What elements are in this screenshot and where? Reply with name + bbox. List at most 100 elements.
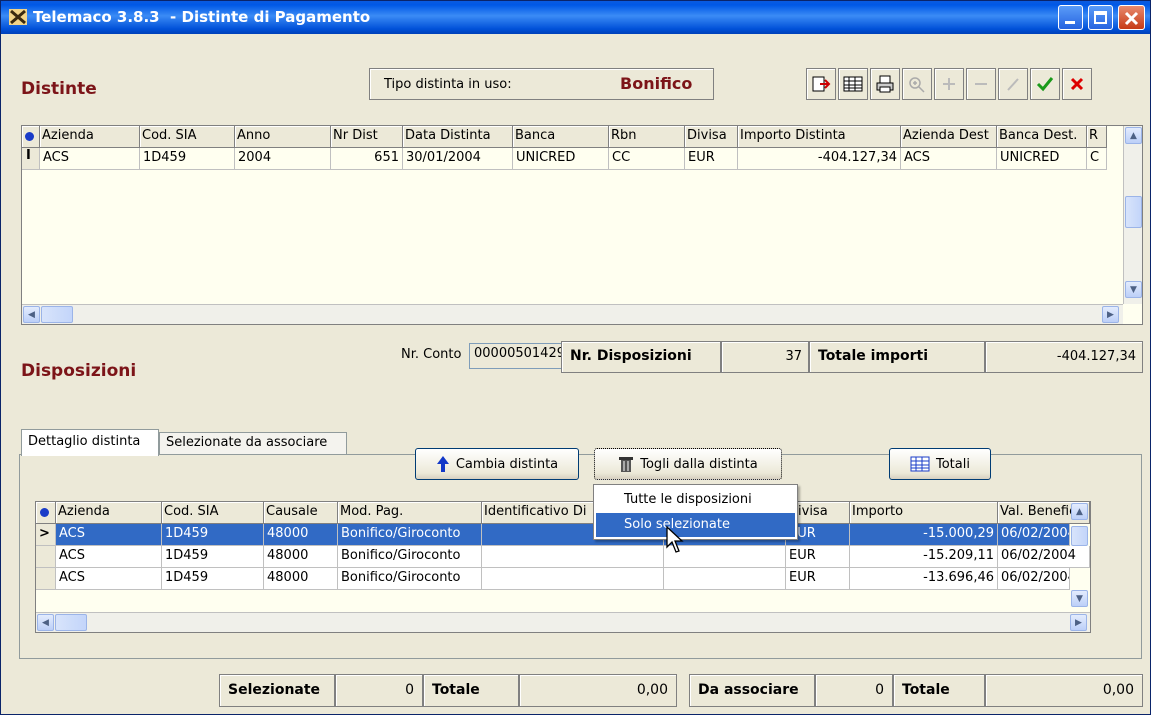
edit-button[interactable] [998, 68, 1028, 100]
close-button[interactable] [1118, 5, 1145, 30]
distinte-hscrollbar[interactable]: ◀ ▶ [22, 304, 1123, 324]
tab-dettaglio-distinta[interactable]: Dettaglio distinta [21, 429, 159, 456]
cell-banca-dest[interactable]: UNICRED [997, 148, 1087, 170]
totali-button[interactable]: Totali [889, 448, 991, 480]
print-button[interactable] [870, 68, 900, 100]
cell-causale[interactable]: 48000 [264, 568, 338, 590]
trash-icon [619, 457, 634, 472]
column-header[interactable]: Azienda Dest [901, 126, 997, 148]
cancel-button[interactable] [1062, 68, 1092, 100]
column-header[interactable]: Azienda [40, 126, 140, 148]
column-header[interactable]: Nr Dist [331, 126, 403, 148]
cell-cod-sia[interactable]: 1D459 [162, 568, 264, 590]
scroll-left-button[interactable]: ◀ [37, 614, 54, 631]
cell-mod-pag[interactable]: Bonifico/Giroconto [338, 568, 482, 590]
scroll-right-button[interactable]: ▶ [1070, 614, 1087, 631]
tipo-distinta-panel: Tipo distinta in uso: Bonifico [369, 68, 714, 100]
cell-val-benefic[interactable]: 06/02/2004 [998, 524, 1070, 546]
confirm-button[interactable] [1030, 68, 1060, 100]
scroll-up-button[interactable]: ▲ [1071, 503, 1088, 520]
disposizioni-title: Disposizioni [21, 361, 137, 381]
cell-causale[interactable]: 48000 [264, 546, 338, 568]
cell-azienda[interactable]: ACS [56, 524, 162, 546]
cell-blank[interactable] [664, 568, 786, 590]
disposizioni-grid: Azienda Cod. SIA Causale Mod. Pag. Ident… [35, 501, 1091, 633]
totale-importi-label: Totale importi [809, 341, 985, 373]
maximize-icon [1094, 11, 1107, 24]
cell-importo-distinta[interactable]: -404.127,34 [738, 148, 901, 170]
column-header[interactable]: Importo [850, 502, 998, 524]
scroll-down-button[interactable]: ▼ [1125, 281, 1142, 298]
cell-importo[interactable]: -15.000,29 [850, 524, 998, 546]
grid-button[interactable] [838, 68, 868, 100]
cell-divisa[interactable]: EUR [685, 148, 738, 170]
column-header[interactable]: Importo Distinta [738, 126, 901, 148]
column-header[interactable]: Banca Dest. [997, 126, 1087, 148]
scroll-thumb[interactable] [1125, 196, 1142, 228]
column-header[interactable]: Rbn [609, 126, 685, 148]
scroll-thumb[interactable] [41, 306, 73, 323]
cell-identificativo[interactable] [482, 546, 664, 568]
nr-disposizioni-value: 37 [721, 341, 809, 373]
cell-importo[interactable]: -15.209,11 [850, 546, 998, 568]
column-header[interactable]: Cod. SIA [140, 126, 235, 148]
column-header[interactable]: Divisa [685, 126, 738, 148]
cell-anno[interactable]: 2004 [235, 148, 331, 170]
zoom-icon [909, 77, 925, 93]
cell-azienda[interactable]: ACS [56, 568, 162, 590]
column-header[interactable]: Anno [235, 126, 331, 148]
cell-azienda[interactable]: ACS [56, 546, 162, 568]
distinte-vscrollbar[interactable]: ▲ ▼ [1123, 126, 1142, 304]
togli-dalla-distinta-button[interactable]: Togli dalla distinta [594, 448, 782, 480]
cell-cod-sia[interactable]: 1D459 [162, 546, 264, 568]
title-bar[interactable]: Telemaco 3.8.3 - Distinte di Pagamento [1, 1, 1150, 34]
tab-selezionate-da-associare[interactable]: Selezionate da associare [159, 432, 347, 454]
column-header[interactable]: Azienda [56, 502, 162, 524]
zoom-button[interactable] [902, 68, 932, 100]
column-header[interactable]: Causale [264, 502, 338, 524]
cell-val-benefic[interactable]: 06/02/2004 [998, 568, 1070, 590]
cell-r[interactable]: C [1087, 148, 1107, 170]
disposizioni-vscrollbar[interactable]: ▲ ▼ [1070, 502, 1090, 612]
cell-importo[interactable]: -13.696,46 [850, 568, 998, 590]
cell-mod-pag[interactable]: Bonifico/Giroconto [338, 546, 482, 568]
menu-item-solo-selezionate[interactable]: Solo selezionate [596, 513, 795, 537]
row-cursor-icon: I [22, 148, 40, 170]
scroll-thumb[interactable] [55, 614, 87, 631]
menu-item-tutte[interactable]: Tutte le disposizioni [596, 488, 795, 512]
cambia-distinta-button[interactable]: Cambia distinta [415, 448, 579, 480]
cell-nr-dist[interactable]: 651 [331, 148, 403, 170]
remove-button[interactable] [966, 68, 996, 100]
minimize-icon [1065, 21, 1075, 24]
cell-cod-sia[interactable]: 1D459 [162, 524, 264, 546]
scroll-down-button[interactable]: ▼ [1071, 590, 1088, 607]
column-header[interactable]: Cod. SIA [162, 502, 264, 524]
maximize-button[interactable] [1088, 5, 1113, 30]
cambia-distinta-label: Cambia distinta [455, 456, 559, 472]
minimize-button[interactable] [1058, 5, 1083, 30]
cell-divisa[interactable]: EUR [786, 546, 850, 568]
scroll-right-button[interactable]: ▶ [1102, 306, 1119, 323]
insert-button[interactable] [934, 68, 964, 100]
cell-azienda-dest[interactable]: ACS [901, 148, 997, 170]
cell-banca[interactable]: UNICRED [513, 148, 609, 170]
cell-divisa[interactable]: EUR [786, 568, 850, 590]
scroll-left-button[interactable]: ◀ [23, 306, 40, 323]
cell-azienda[interactable]: ACS [40, 148, 140, 170]
cell-causale[interactable]: 48000 [264, 524, 338, 546]
column-header[interactable]: Data Distinta [403, 126, 513, 148]
arrow-up-icon [436, 456, 449, 472]
column-header[interactable]: Mod. Pag. [338, 502, 482, 524]
column-header[interactable]: Banca [513, 126, 609, 148]
scroll-thumb[interactable] [1071, 526, 1088, 546]
cell-identificativo[interactable] [482, 568, 664, 590]
cell-cod-sia[interactable]: 1D459 [140, 148, 235, 170]
cell-mod-pag[interactable]: Bonifico/Giroconto [338, 524, 482, 546]
scroll-up-button[interactable]: ▲ [1125, 127, 1142, 144]
column-header[interactable]: R [1087, 126, 1107, 148]
row-indicator [36, 546, 56, 568]
cell-data-distinta[interactable]: 30/01/2004 [403, 148, 513, 170]
disposizioni-hscrollbar[interactable]: ◀ ▶ [36, 612, 1090, 632]
export-button[interactable] [806, 68, 836, 100]
cell-rbn[interactable]: CC [609, 148, 685, 170]
